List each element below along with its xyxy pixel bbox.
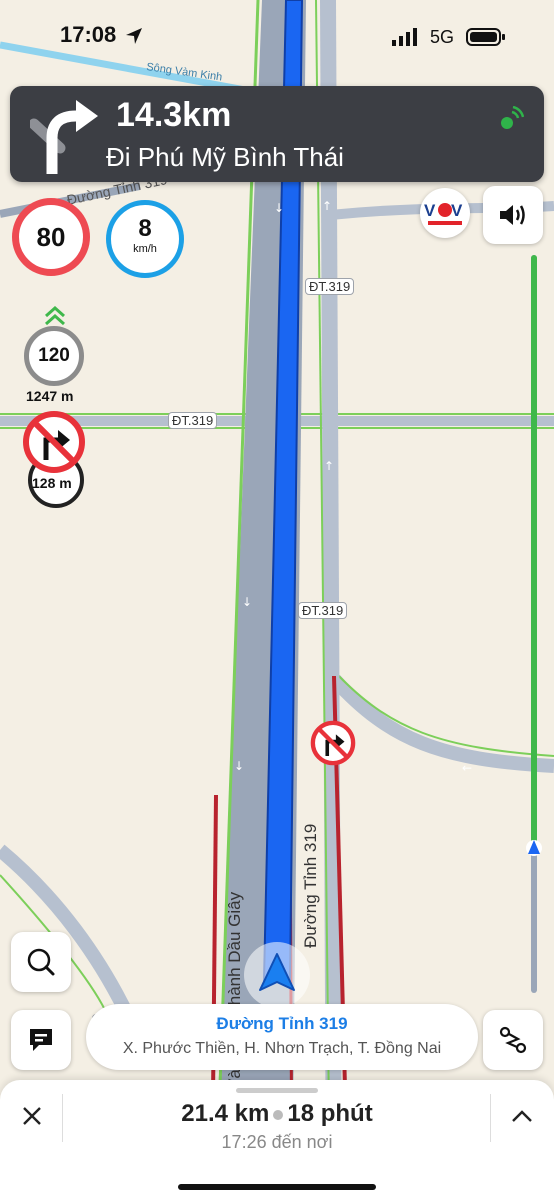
speed-limit-sign: 80	[12, 198, 90, 276]
svg-text:↓: ↓	[242, 595, 252, 609]
search-button[interactable]	[11, 932, 71, 992]
status-time: 17:08	[60, 22, 117, 47]
vehicle-position-puck	[244, 942, 310, 1008]
svg-text:V: V	[451, 201, 463, 220]
trip-stats: 21.4 km 18 phút	[0, 1100, 554, 1128]
current-road-name: Đường Tỉnh 319	[216, 1014, 348, 1033]
maneuver-distance: 14.3km	[116, 96, 232, 134]
cellular-signal-icon	[392, 28, 417, 46]
battery-icon	[466, 28, 505, 46]
gps-signal-icon	[501, 106, 524, 129]
current-speed-value: 8	[138, 215, 152, 242]
divider	[490, 1094, 491, 1142]
current-speed: 8 km/h	[106, 200, 184, 278]
current-speed-unit: km/h	[133, 243, 157, 255]
search-icon	[27, 948, 55, 976]
upcoming-speed-sign-distance: 1247 m	[26, 388, 74, 404]
trip-summary-sheet[interactable]: 21.4 km 18 phút 17:26 đến nơi	[0, 1080, 554, 1200]
chevron-up-icon	[45, 306, 65, 326]
expand-sheet-button[interactable]	[502, 1096, 542, 1136]
no-right-turn-icon	[23, 411, 85, 473]
vov-traffic-logo-icon: V V	[424, 201, 463, 225]
svg-text:↓: ↓	[274, 201, 284, 215]
trip-eta: 17:26 đến nơi	[221, 1132, 333, 1152]
chat-icon	[30, 1029, 52, 1051]
svg-text:V: V	[424, 201, 436, 220]
current-road-area: X. Phước Thiền, H. Nhơn Trạch, T. Đồng N…	[122, 1040, 442, 1057]
trip-duration: 18 phút	[287, 1100, 373, 1127]
no-turn-sign-distance: 128 m	[32, 475, 72, 491]
map-label-dt319: ĐT.319	[298, 602, 348, 619]
svg-text:←: ←	[462, 761, 472, 775]
speaker-icon	[500, 205, 525, 225]
network-type: 5G	[430, 27, 455, 47]
navigation-banner[interactable]: 14.3km Đi Phú Mỹ Bình Thái	[10, 86, 544, 182]
route-icon	[499, 1026, 527, 1054]
location-arrow-icon	[126, 28, 142, 44]
map-label-dt319: ĐT.319	[305, 278, 355, 295]
trip-distance: 21.4 km	[181, 1100, 270, 1127]
turn-right-arrow-icon	[30, 100, 98, 174]
svg-text:↑: ↑	[324, 459, 334, 473]
route-options-button[interactable]	[483, 1010, 543, 1070]
separator-dot	[273, 1109, 284, 1120]
map-label-road-vertical: Đường Tỉnh 319	[301, 824, 320, 948]
svg-text:↑: ↑	[322, 199, 332, 213]
report-button[interactable]	[11, 1010, 71, 1070]
maneuver-instruction: Đi Phú Mỹ Bình Thái	[106, 142, 344, 172]
current-road-card[interactable]: Đường Tỉnh 319 X. Phước Thiền, H. Nhơn T…	[86, 1004, 478, 1070]
sheet-grabber[interactable]	[236, 1088, 318, 1093]
navigation-arrow-icon	[259, 953, 295, 991]
upcoming-speed-sign: 120	[24, 326, 84, 386]
map-label-dt319: ĐT.319	[168, 412, 218, 429]
svg-text:↓: ↓	[234, 759, 244, 773]
map-no-right-turn-icon	[310, 720, 356, 766]
home-indicator	[178, 1184, 376, 1190]
vov-logo[interactable]: V V	[420, 188, 470, 238]
chevron-up-icon	[512, 1110, 532, 1122]
volume-button[interactable]	[483, 186, 543, 244]
